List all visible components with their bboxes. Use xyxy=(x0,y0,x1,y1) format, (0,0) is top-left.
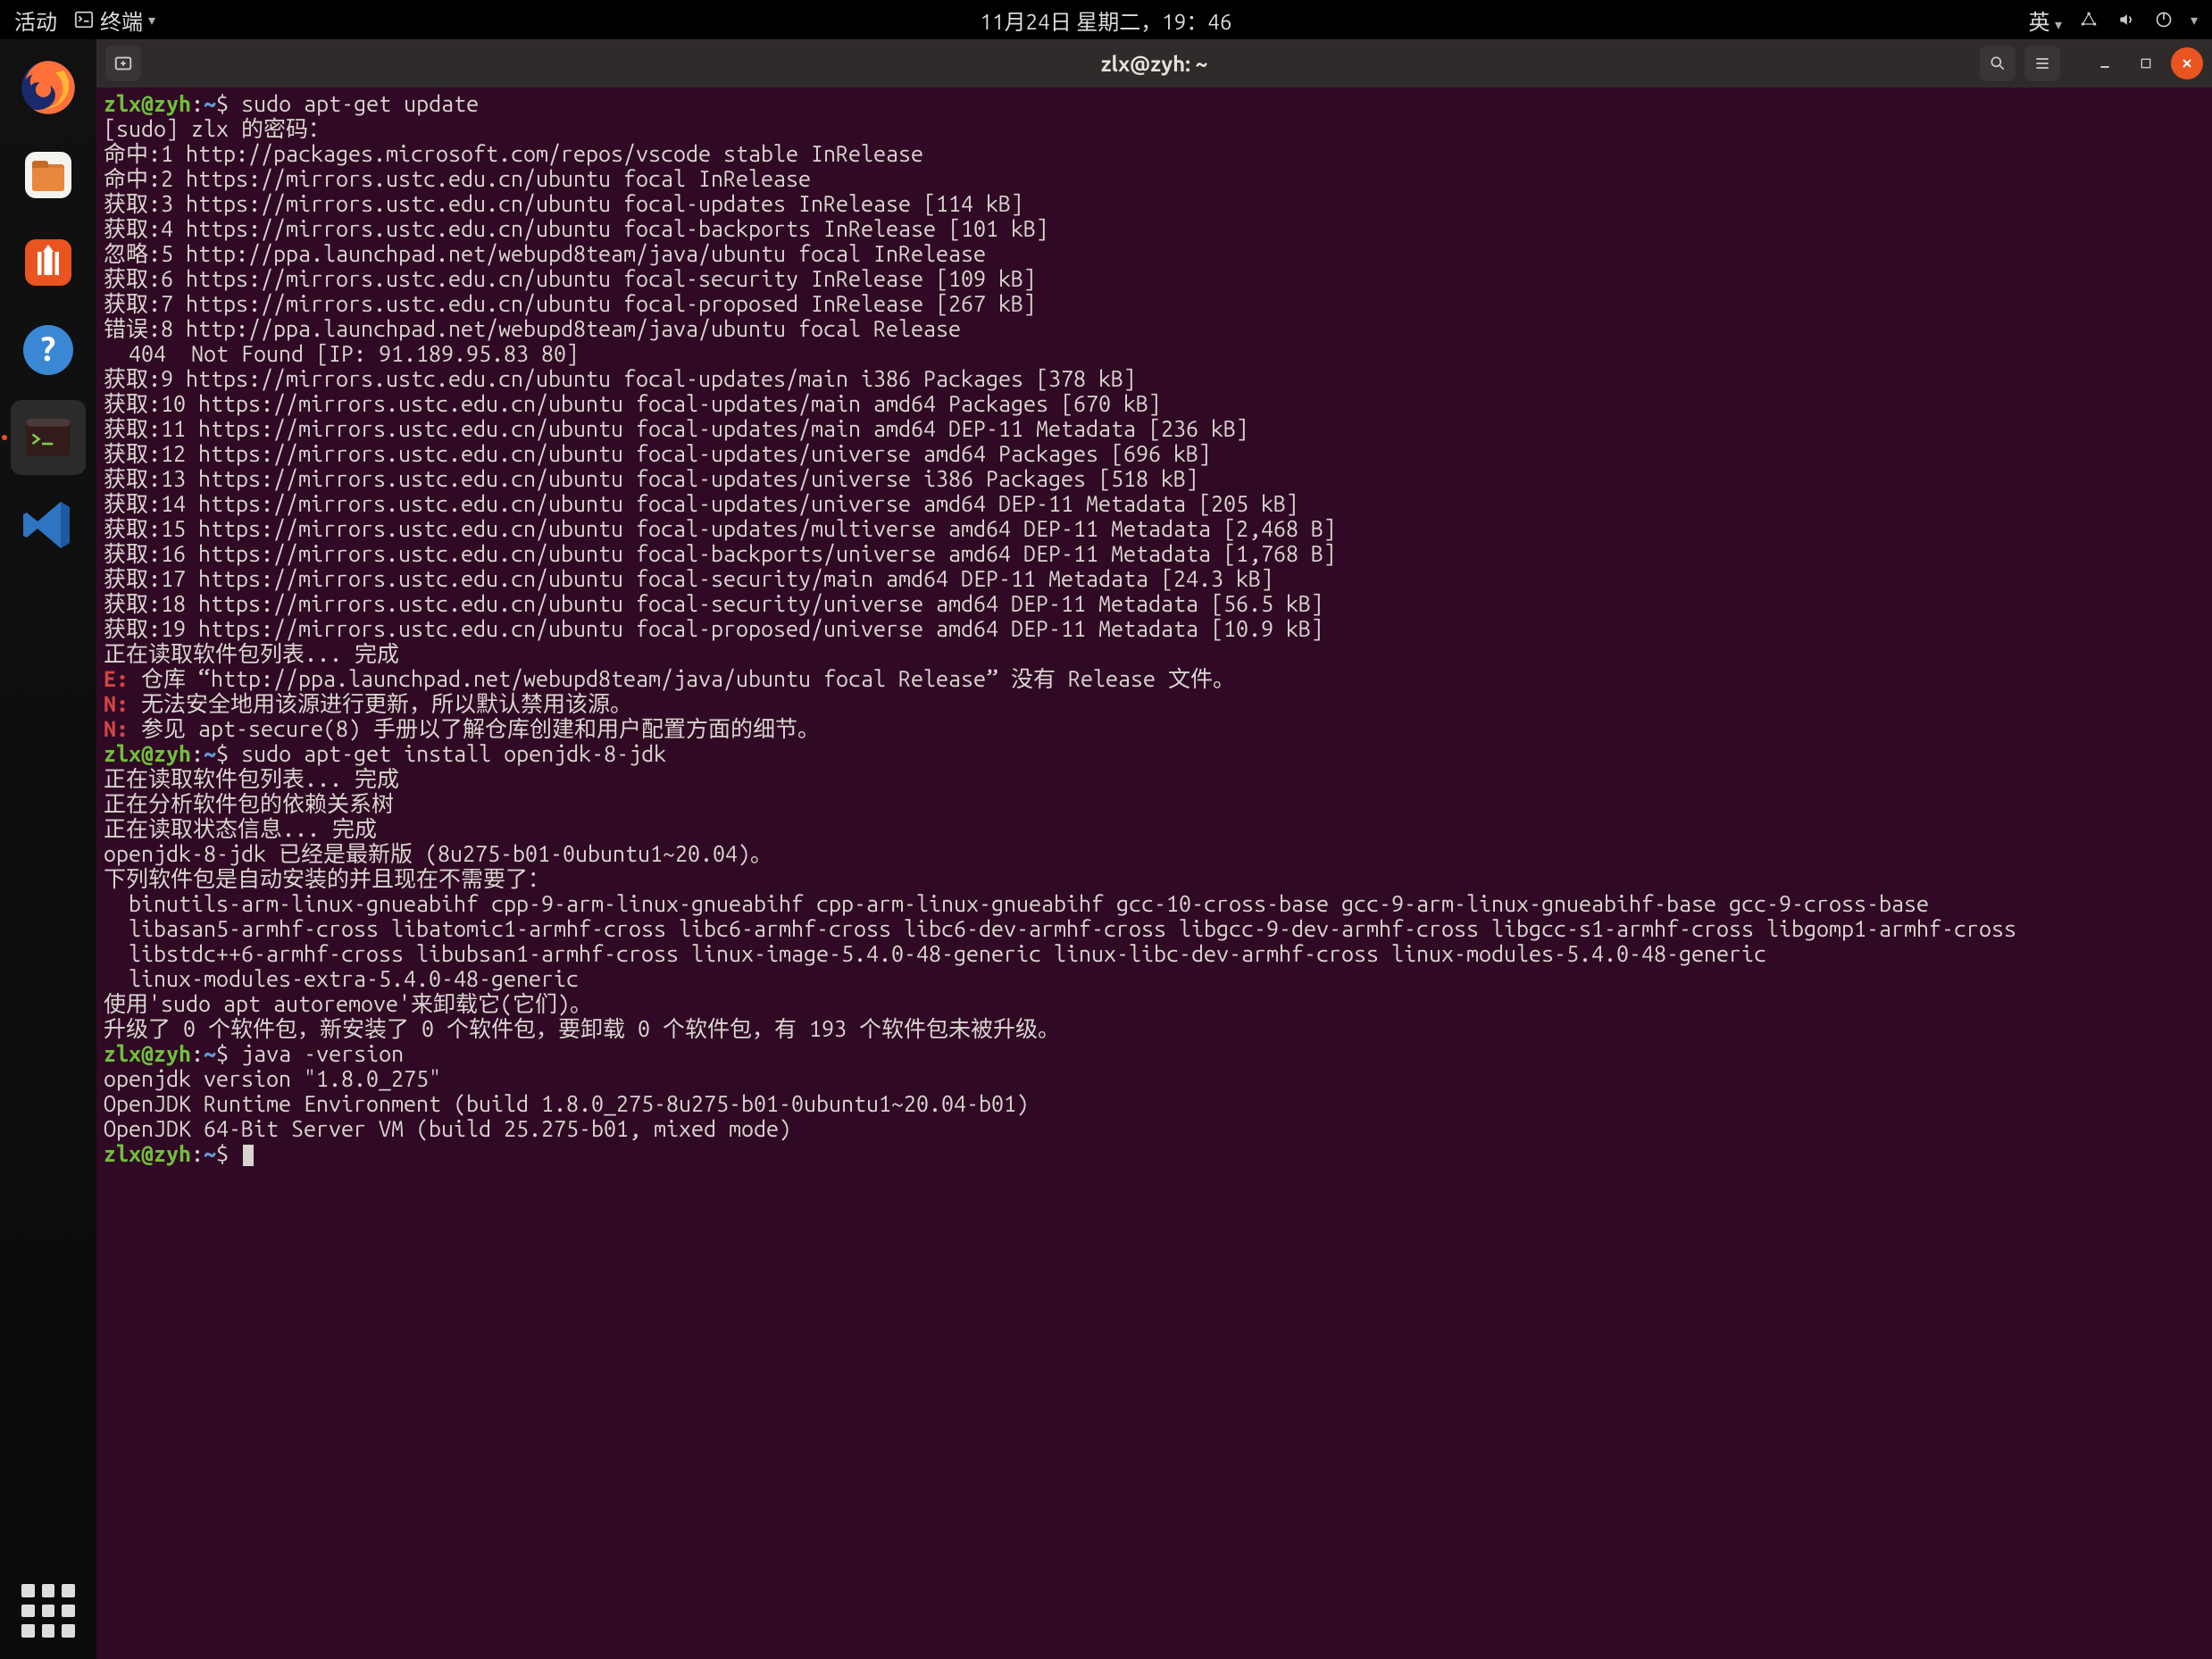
terminal-line: 获取:4 https://mirrors.ustc.edu.cn/ubuntu … xyxy=(104,216,1048,241)
chevron-down-icon: ▾ xyxy=(148,12,155,29)
maximize-button[interactable] xyxy=(2130,47,2162,79)
terminal-line: 无法安全地用该源进行更新，所以默认禁用该源。 xyxy=(141,691,632,716)
terminal-line: libasan5-armhf-cross libatomic1-armhf-cr… xyxy=(104,916,2016,941)
terminal-line: binutils-arm-linux-gnueabihf cpp-9-arm-l… xyxy=(104,891,1929,916)
terminal-line: 获取:10 https://mirrors.ustc.edu.cn/ubuntu… xyxy=(104,391,1161,416)
terminal-line: OpenJDK Runtime Environment (build 1.8.0… xyxy=(104,1091,1029,1116)
volume-icon[interactable] xyxy=(2116,9,2137,30)
terminal-content[interactable]: zlx@zyh:~$ sudo apt-get update [sudo] zl… xyxy=(96,88,2212,1659)
power-icon[interactable] xyxy=(2153,9,2174,30)
terminal-line: openjdk-8-jdk 已经是最新版 (8u275-b01-0ubuntu1… xyxy=(104,841,772,866)
terminal-icon xyxy=(73,9,95,30)
search-button[interactable] xyxy=(1980,46,2016,81)
terminal-line: 获取:12 https://mirrors.ustc.edu.cn/ubuntu… xyxy=(104,441,1211,466)
terminal-line: 获取:11 https://mirrors.ustc.edu.cn/ubuntu… xyxy=(104,416,1248,441)
network-icon[interactable] xyxy=(2078,9,2099,30)
notice-prefix: N: xyxy=(104,716,141,741)
prompt-user: zlx@zyh xyxy=(104,1041,191,1066)
terminal-line: 正在读取状态信息... 完成 xyxy=(104,816,464,841)
terminal-line: 获取:13 https://mirrors.ustc.edu.cn/ubuntu… xyxy=(104,466,1198,491)
terminal-line: libstdc++6-armhf-cross libubsan1-armhf-c… xyxy=(104,941,1766,966)
dock-files[interactable] xyxy=(11,138,86,213)
new-tab-button[interactable] xyxy=(105,46,141,81)
command-line: java -version xyxy=(229,1041,404,1066)
top-panel: 活动 终端 ▾ 11月24日 星期二，19：46 英 ▾ ▾ xyxy=(0,0,2212,39)
command-line: sudo apt-get install openjdk-8-jdk xyxy=(229,741,666,766)
chevron-down-icon: ▾ xyxy=(2055,17,2062,33)
minimize-button[interactable] xyxy=(2089,47,2121,79)
dock-software[interactable] xyxy=(11,225,86,300)
window-titlebar: zlx@zyh: ~ xyxy=(96,39,2212,88)
terminal-line: OpenJDK 64-Bit Server VM (build 25.275-b… xyxy=(104,1116,791,1141)
terminal-line: 获取:18 https://mirrors.ustc.edu.cn/ubuntu… xyxy=(104,591,1323,616)
prompt-user: zlx@zyh xyxy=(104,1141,191,1166)
clock[interactable]: 11月24日 星期二，19：46 xyxy=(981,4,1232,36)
app-menu[interactable]: 终端 ▾ xyxy=(73,4,155,36)
terminal-line: 获取:14 https://mirrors.ustc.edu.cn/ubuntu… xyxy=(104,491,1298,516)
terminal-window: zlx@zyh: ~ zlx@zyh:~$ sudo apt-get updat… xyxy=(96,39,2212,1659)
prompt-path: ~ xyxy=(204,741,216,766)
close-button[interactable] xyxy=(2171,47,2203,79)
terminal-line: 获取:17 https://mirrors.ustc.edu.cn/ubuntu… xyxy=(104,566,1273,591)
terminal-line: 参见 apt-secure(8) 手册以了解仓库创建和用户配置方面的细节。 xyxy=(141,716,820,741)
command-line: sudo apt-get update xyxy=(229,91,479,116)
terminal-line: openjdk version "1.8.0_275" xyxy=(104,1066,441,1091)
prompt-user: zlx@zyh xyxy=(104,741,191,766)
terminal-line: 忽略:5 http://ppa.launchpad.net/webupd8tea… xyxy=(104,241,986,266)
prompt-user: zlx@zyh xyxy=(104,91,191,116)
terminal-line: 获取:15 https://mirrors.ustc.edu.cn/ubuntu… xyxy=(104,516,1336,541)
dock-firefox[interactable] xyxy=(11,50,86,125)
terminal-line: 命中:2 https://mirrors.ustc.edu.cn/ubuntu … xyxy=(104,166,811,191)
terminal-line: [sudo] zlx 的密码： xyxy=(104,116,330,141)
dock: ? xyxy=(0,39,96,1659)
error-prefix: E: xyxy=(104,666,141,691)
terminal-line: linux-modules-extra-5.4.0-48-generic xyxy=(104,966,579,991)
dock-help[interactable]: ? xyxy=(11,313,86,388)
show-applications-button[interactable] xyxy=(21,1584,75,1638)
prompt-path: ~ xyxy=(204,1141,216,1166)
cursor xyxy=(243,1145,254,1166)
terminal-line: 仓库 “http://ppa.launchpad.net/webupd8team… xyxy=(141,666,1235,691)
notice-prefix: N: xyxy=(104,691,141,716)
terminal-line: 正在读取软件包列表... 完成 xyxy=(104,766,399,791)
terminal-line: 获取:6 https://mirrors.ustc.edu.cn/ubuntu … xyxy=(104,266,1036,291)
app-menu-label: 终端 xyxy=(100,4,143,36)
terminal-line: 正在读取软件包列表... 完成 xyxy=(104,641,399,666)
terminal-line: 使用'sudo apt autoremove'来卸载它(它们)。 xyxy=(104,991,592,1016)
terminal-line: 错误:8 http://ppa.launchpad.net/webupd8tea… xyxy=(104,316,961,341)
terminal-line: 命中:1 http://packages.microsoft.com/repos… xyxy=(104,141,923,166)
svg-text:?: ? xyxy=(41,330,56,368)
terminal-line: 升级了 0 个软件包，新安装了 0 个软件包，要卸载 0 个软件包，有 193 … xyxy=(104,1016,1060,1041)
terminal-line: 获取:9 https://mirrors.ustc.edu.cn/ubuntu … xyxy=(104,366,1136,391)
input-method-indicator[interactable]: 英 ▾ xyxy=(2028,4,2062,36)
terminal-line: 404 Not Found [IP: 91.189.95.83 80] xyxy=(104,341,579,366)
chevron-down-icon: ▾ xyxy=(2191,12,2198,29)
activities-button[interactable]: 活动 xyxy=(14,4,57,36)
terminal-line: 获取:16 https://mirrors.ustc.edu.cn/ubuntu… xyxy=(104,541,1336,566)
dock-vscode[interactable] xyxy=(11,488,86,563)
prompt-path: ~ xyxy=(204,91,216,116)
terminal-line: 正在分析软件包的依赖关系树 xyxy=(104,791,481,816)
terminal-line: 获取:7 https://mirrors.ustc.edu.cn/ubuntu … xyxy=(104,291,1036,316)
dock-terminal[interactable] xyxy=(11,400,86,475)
prompt-path: ~ xyxy=(204,1041,216,1066)
terminal-line: 获取:19 https://mirrors.ustc.edu.cn/ubuntu… xyxy=(104,616,1323,641)
window-title: zlx@zyh: ~ xyxy=(1101,52,1207,76)
terminal-line: 下列软件包是自动安装的并且现在不需要了： xyxy=(104,866,550,891)
terminal-line: 获取:3 https://mirrors.ustc.edu.cn/ubuntu … xyxy=(104,191,1023,216)
menu-button[interactable] xyxy=(2024,46,2060,81)
